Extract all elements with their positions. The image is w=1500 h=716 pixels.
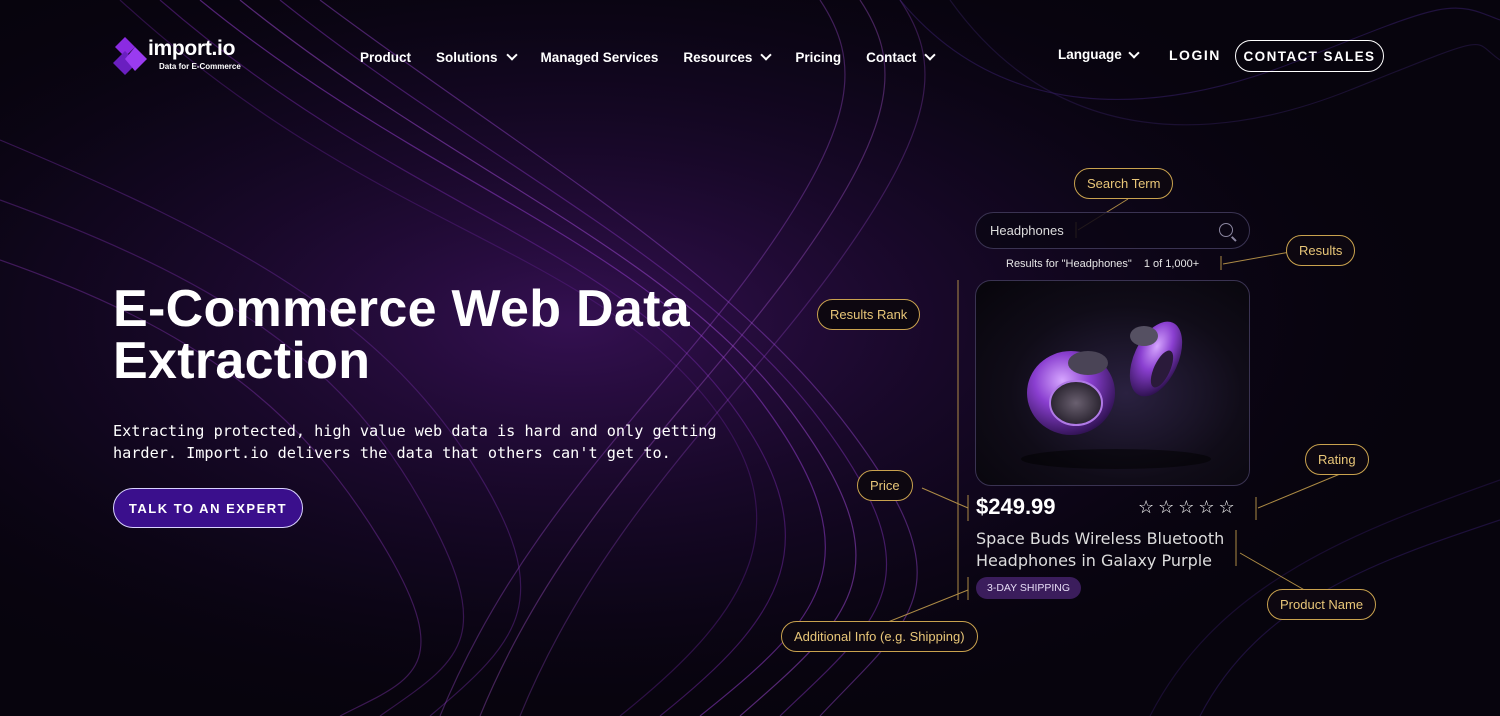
annotation-search-term: Search Term xyxy=(1074,168,1174,199)
nav-item-managed-services[interactable]: Managed Services xyxy=(541,50,659,65)
hero-title: E-Commerce Web Data Extraction xyxy=(113,280,690,390)
mock-results-line: Results for "Headphones" 1 of 1,000+ xyxy=(1006,258,1199,270)
mock-price: $249.99 xyxy=(976,494,1056,519)
mock-results-text: Results for "Headphones" xyxy=(1006,258,1132,270)
chevron-down-icon xyxy=(1128,46,1140,59)
nav-item-pricing[interactable]: Pricing xyxy=(795,50,841,65)
brand-name: import.io xyxy=(148,37,236,60)
language-label: Language xyxy=(1058,47,1122,62)
annotation-results-rank: Results Rank xyxy=(817,299,921,330)
nav-label: Contact xyxy=(866,49,917,65)
mock-product-name: Space Buds Wireless Bluetooth Headphones… xyxy=(976,529,1225,570)
talk-to-expert-button[interactable]: TALK TO AN EXPERT xyxy=(113,488,303,528)
main-nav: Product Solutions Managed Services Resou… xyxy=(360,47,959,67)
chevron-down-icon xyxy=(505,49,518,61)
annotation-price: Price xyxy=(857,470,913,501)
earbuds-image xyxy=(1021,321,1211,469)
nav-item-contact[interactable]: Contact xyxy=(866,49,937,65)
mock-rating-stars: ☆☆☆☆☆ xyxy=(1138,497,1239,517)
nav-label: Solutions xyxy=(436,49,498,65)
annotation-product-name: Product Name xyxy=(1267,589,1377,620)
nav-item-resources[interactable]: Resources xyxy=(683,49,773,65)
mock-results-count: 1 of 1,000+ xyxy=(1143,258,1200,270)
chevron-down-icon xyxy=(924,49,937,61)
brand-logo[interactable]: import.io Data for E-Commerce xyxy=(113,37,243,85)
logo-mark-icon xyxy=(113,37,147,75)
nav-label: Pricing xyxy=(795,49,842,65)
mock-product-image xyxy=(975,280,1250,486)
login-link[interactable]: LOGIN xyxy=(1169,47,1221,63)
annotation-rating: Rating xyxy=(1305,444,1369,475)
contact-sales-button[interactable]: CONTACT SALES xyxy=(1235,40,1384,72)
mock-shipping-badge: 3-DAY SHIPPING xyxy=(976,577,1082,599)
mock-search-value: Headphones xyxy=(990,223,1064,238)
hero-subtitle: Extracting protected, high value web dat… xyxy=(113,422,717,462)
nav-label: Product xyxy=(360,49,412,65)
nav-label: Managed Services xyxy=(540,49,659,65)
annotation-results: Results xyxy=(1286,235,1356,266)
language-selector[interactable]: Language xyxy=(1058,46,1140,62)
annotation-additional-info: Additional Info (e.g. Shipping) xyxy=(781,621,978,652)
nav-item-solutions[interactable]: Solutions xyxy=(436,49,518,65)
chevron-down-icon xyxy=(760,49,773,61)
nav-label: Resources xyxy=(683,49,753,65)
search-icon xyxy=(1219,223,1233,237)
brand-tagline: Data for E-Commerce xyxy=(159,62,241,71)
mock-search-bar: Headphones xyxy=(975,212,1250,249)
nav-item-product[interactable]: Product xyxy=(360,50,411,65)
